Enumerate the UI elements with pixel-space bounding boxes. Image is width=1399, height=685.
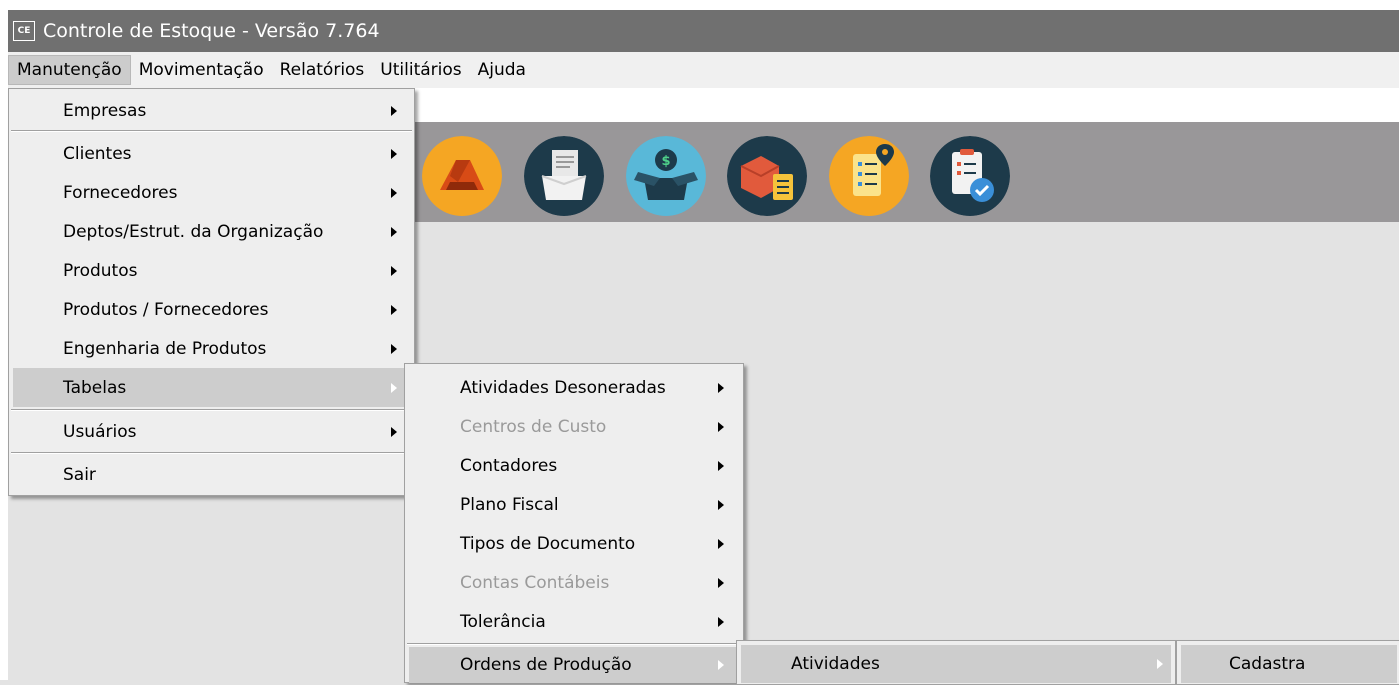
menu-item-tabelas[interactable]: Tabelas <box>13 368 410 407</box>
menu-ajuda[interactable]: Ajuda <box>470 55 534 85</box>
menu-item-label: Produtos <box>63 260 138 281</box>
money-box-icon[interactable]: $ <box>626 136 706 216</box>
svg-text:$: $ <box>661 154 670 169</box>
menu-item-produtos-fornecedores[interactable]: Produtos / Fornecedores <box>9 290 414 329</box>
submenu-arrow-icon <box>391 149 397 159</box>
menu-movimentacao[interactable]: Movimentação <box>131 55 272 85</box>
location-checklist-icon[interactable] <box>829 136 909 216</box>
submenu-arrow-icon <box>1157 659 1163 669</box>
submenu-arrow-icon <box>718 460 724 471</box>
menu-item-label: Contadores <box>460 455 558 476</box>
window-title: Controle de Estoque - Versão 7.764 <box>43 20 380 42</box>
menu-item-label: Centros de Custo <box>460 416 607 437</box>
menu-item-label: Tipos de Documento <box>460 533 636 554</box>
menu-bar: Manutenção Movimentação Relatórios Utili… <box>8 52 1399 88</box>
menu-utilitarios[interactable]: Utilitários <box>372 55 469 85</box>
submenu-arrow-icon <box>718 538 724 549</box>
menu-item-usuarios[interactable]: Usuários <box>9 413 414 451</box>
approved-checklist-icon[interactable] <box>930 136 1010 216</box>
document-box-icon[interactable] <box>524 136 604 216</box>
manutencao-menu: Empresas Clientes Fornecedores Deptos/Es… <box>8 88 415 496</box>
title-bar: CE Controle de Estoque - Versão 7.764 <box>8 10 1399 52</box>
menu-item-empresas[interactable]: Empresas <box>9 93 414 129</box>
menu-separator <box>407 643 741 645</box>
menu-item-label: Deptos/Estrut. da Organização <box>63 221 324 242</box>
menu-item-clientes[interactable]: Clientes <box>9 135 414 173</box>
menu-item-contas-contabeis[interactable]: Contas Contábeis <box>405 563 743 602</box>
menu-item-deptos[interactable]: Deptos/Estrut. da Organização <box>9 212 414 251</box>
submenu-arrow-icon <box>391 106 397 116</box>
menu-item-centros-de-custo[interactable]: Centros de Custo <box>405 407 743 446</box>
menu-item-atividades-desoneradas[interactable]: Atividades Desoneradas <box>405 368 743 407</box>
tabelas-submenu: Atividades Desoneradas Centros de Custo … <box>404 363 744 683</box>
product-checklist-icon[interactable] <box>727 136 807 216</box>
menu-item-cadastra[interactable]: Cadastra <box>1181 645 1397 683</box>
menu-item-fornecedores[interactable]: Fornecedores <box>9 173 414 212</box>
menu-item-produtos[interactable]: Produtos <box>9 251 414 290</box>
menu-separator <box>11 452 412 454</box>
menu-item-label: Fornecedores <box>63 182 178 203</box>
submenu-arrow-icon <box>718 499 724 510</box>
menu-item-label: Tolerância <box>460 611 546 632</box>
submenu-arrow-icon <box>391 187 397 198</box>
menu-item-label: Empresas <box>63 101 147 121</box>
menu-separator <box>11 130 412 132</box>
menu-manutencao[interactable]: Manutenção <box>8 55 131 85</box>
menu-item-label: Sair <box>63 465 96 485</box>
submenu-arrow-icon <box>391 382 397 393</box>
atividades-submenu: Cadastra <box>1176 640 1399 685</box>
menu-relatorios[interactable]: Relatórios <box>272 55 373 85</box>
menu-item-ordens-de-producao[interactable]: Ordens de Produção <box>409 647 739 683</box>
menu-item-tipos-de-documento[interactable]: Tipos de Documento <box>405 524 743 563</box>
submenu-arrow-icon <box>391 226 397 237</box>
submenu-arrow-icon <box>718 382 724 393</box>
menu-separator <box>11 409 412 411</box>
menu-item-label: Produtos / Fornecedores <box>63 299 269 320</box>
menu-item-label: Usuários <box>63 422 137 442</box>
menu-item-tolerancia[interactable]: Tolerância <box>405 602 743 641</box>
menu-item-sair[interactable]: Sair <box>9 456 414 494</box>
menu-item-label: Engenharia de Produtos <box>63 338 267 359</box>
submenu-arrow-icon <box>718 577 724 588</box>
menu-item-label: Ordens de Produção <box>460 655 632 675</box>
window-frame-top <box>0 0 1399 10</box>
app-icon: CE <box>13 21 35 41</box>
menu-item-label: Clientes <box>63 144 132 164</box>
menu-item-contadores[interactable]: Contadores <box>405 446 743 485</box>
submenu-arrow-icon <box>718 660 724 670</box>
menu-item-label: Contas Contábeis <box>460 572 610 593</box>
submenu-arrow-icon <box>391 427 397 437</box>
submenu-arrow-icon <box>391 343 397 354</box>
menu-item-label: Tabelas <box>63 377 127 398</box>
submenu-arrow-icon <box>391 265 397 276</box>
menu-item-label: Plano Fiscal <box>460 494 559 515</box>
menu-item-atividades[interactable]: Atividades <box>741 645 1171 683</box>
menu-item-label: Atividades <box>791 654 880 674</box>
drive-icon[interactable] <box>422 136 502 216</box>
ordens-submenu: Atividades <box>736 640 1176 685</box>
submenu-arrow-icon <box>718 616 724 627</box>
submenu-arrow-icon <box>391 304 397 315</box>
window-frame-left <box>0 0 8 680</box>
menu-item-label: Atividades Desoneradas <box>460 377 666 398</box>
menu-item-plano-fiscal[interactable]: Plano Fiscal <box>405 485 743 524</box>
submenu-arrow-icon <box>718 421 724 432</box>
menu-item-label: Cadastra <box>1229 654 1306 674</box>
menu-item-engenharia[interactable]: Engenharia de Produtos <box>9 329 414 368</box>
